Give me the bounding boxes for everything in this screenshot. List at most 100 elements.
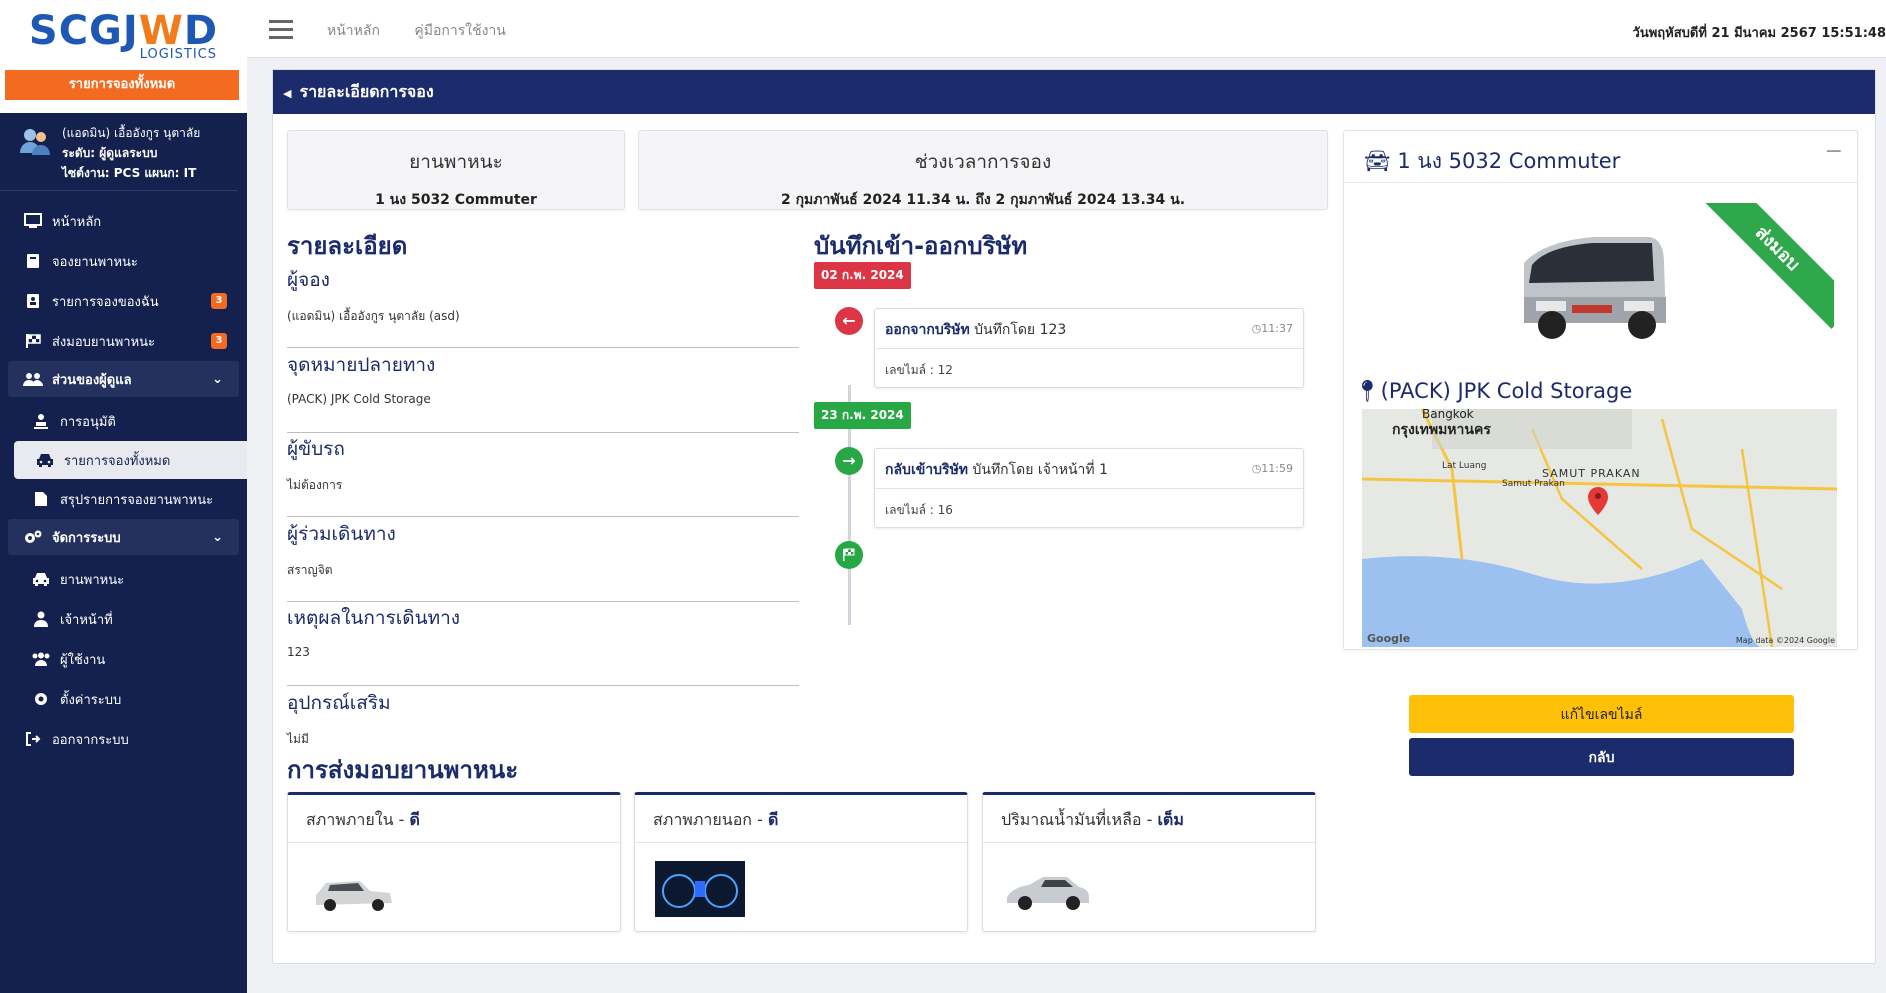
sidebar-group-admin[interactable]: ส่วนของผู้ดูแล ⌄ — [8, 361, 239, 397]
handover-value: ดี — [409, 810, 420, 829]
timeline-time: 11:37 — [1261, 322, 1293, 335]
chevron-down-icon: ⌄ — [212, 371, 223, 387]
logo-subtitle: LOGISTICS — [139, 47, 217, 62]
logo[interactable]: SCGJWD — [0, 10, 247, 52]
detail-label: ผู้ขับรถ — [287, 438, 345, 460]
sidebar-item-home[interactable]: หน้าหลัก — [0, 201, 247, 241]
logo-area: SCGJWD LOGISTICS รายการจองทั้งหมด — [0, 0, 247, 113]
top-link-home[interactable]: หน้าหลัก — [327, 23, 380, 39]
arrow-left-circle-icon: ← — [835, 307, 863, 335]
sidebar-item-staff[interactable]: เจ้าหน้าที่ — [0, 599, 247, 639]
timeline-recorder: บันทึกโดย 123 — [969, 322, 1067, 338]
hamburger-menu-icon[interactable] — [269, 20, 293, 40]
handover-label: ปริมาณน้ำมันที่เหลือ - — [1001, 810, 1158, 829]
handover-exterior-card: สภาพภายนอก - ดี — [634, 792, 968, 932]
caret-left-icon[interactable]: ◀ — [283, 87, 291, 100]
dashboard-photo[interactable] — [655, 861, 745, 917]
interior-photo[interactable] — [308, 861, 398, 917]
sidebar-item-all-bookings[interactable]: รายการจองทั้งหมด — [14, 441, 247, 479]
sidebar-item-book[interactable]: จองยานพาหนะ — [0, 241, 247, 281]
car-icon — [30, 570, 52, 588]
timeline-date-tag: 23 ก.พ. 2024 — [814, 402, 911, 429]
sidebar-item-label: ส่งมอบยานพาหนะ — [52, 334, 156, 350]
period-info-value: 2 กุมภาพันธ์ 2024 11.34 น. ถึง 2 กุมภาพั… — [780, 192, 1186, 208]
sidebar-item-label: หน้าหลัก — [52, 214, 102, 230]
user-stamp-icon — [30, 412, 52, 430]
car-icon — [34, 451, 56, 469]
handover-label: สภาพภายนอก - — [653, 810, 768, 829]
logo-text: SCG — [28, 8, 123, 54]
chevron-down-icon: ⌄ — [212, 529, 223, 545]
users-cog-icon — [22, 370, 44, 388]
sidebar-item-label: จองยานพาหนะ — [52, 254, 138, 270]
book-icon — [22, 252, 44, 270]
sidebar-item-label: การอนุมัติ — [60, 414, 116, 430]
detail-value: ไม่ต้องการ — [287, 478, 343, 492]
sidebar-item-approve[interactable]: การอนุมัติ — [0, 401, 247, 441]
booking-detail-panel: ◀ รายละเอียดการจอง ยานพาหนะ 1 นง 5032 Com… — [272, 69, 1876, 964]
location-name: (PACK) JPK Cold Storage — [1380, 379, 1633, 403]
sidebar-item-summary[interactable]: สรุปรายการจองยานพาหนะ — [0, 479, 247, 519]
panel-header: ◀ รายละเอียดการจอง — [273, 70, 1875, 114]
collapse-icon[interactable]: − — [1825, 139, 1843, 164]
sidebar-item-label: ยานพาหนะ — [60, 572, 125, 588]
user-info: (แอดมิน) เอื้ออังกูร นุตาลัย ระดับ: ผู้ด… — [0, 113, 237, 191]
detail-value: (PACK) JPK Cold Storage — [287, 392, 431, 406]
monitor-icon — [22, 212, 44, 230]
timeline-mileage: เลขไมล์ : 16 — [885, 503, 953, 517]
clock-icon: ◷ — [1251, 322, 1262, 335]
back-button[interactable]: กลับ — [1409, 738, 1794, 776]
period-info-box: ช่วงเวลาการจอง 2 กุมภาพันธ์ 2024 11.34 น… — [638, 130, 1328, 210]
location-map[interactable]: Bangkok กรุงเทพมหานคร SAMUT PRAKAN Lat L… — [1362, 409, 1837, 647]
sidebar-item-handover[interactable]: ส่งมอบยานพาหนะ 3 — [0, 321, 247, 361]
map-label: Lat Luang — [1442, 461, 1487, 471]
checkered-flag-icon — [22, 332, 44, 350]
sidebar-item-users[interactable]: ผู้ใช้งาน — [0, 639, 247, 679]
handover-title: การส่งมอบยานพาหนะ — [287, 756, 519, 784]
sidebar: SCGJWD LOGISTICS รายการจองทั้งหมด (แอดมิ… — [0, 0, 247, 993]
vehicle-card-header: 🚘︎ 1 นง 5032 Commuter — [1344, 131, 1857, 183]
sidebar-item-label: เจ้าหน้าที่ — [60, 612, 113, 628]
detail-value: 123 — [287, 645, 310, 659]
vehicle-info-value: 1 นง 5032 Commuter — [375, 192, 537, 208]
count-badge: 3 — [211, 293, 227, 309]
timeline-action: กลับเข้าบริษัท — [885, 462, 969, 478]
timeline-date-tag: 02 ก.พ. 2024 — [814, 262, 911, 289]
detail-reason: เหตุผลในการเดินทาง 123 — [287, 601, 799, 686]
handover-fuel-card: ปริมาณน้ำมันที่เหลือ - เต็ม — [982, 792, 1316, 932]
sidebar-item-logout[interactable]: ออกจากระบบ — [0, 719, 247, 759]
sidebar-item-vehicles[interactable]: ยานพาหนะ — [0, 559, 247, 599]
detail-driver: ผู้ขับรถไม่ต้องการ — [287, 432, 799, 517]
map-marker-icon: 📍︎ — [1354, 379, 1381, 403]
detail-value: สราญจิต — [287, 563, 333, 577]
handover-value: ดี — [767, 810, 779, 829]
location-heading: 📍︎(PACK) JPK Cold Storage — [1354, 379, 1632, 404]
google-logo: Google — [1367, 632, 1411, 645]
detail-value: (แอดมิน) เอื้ออังกูร นุตาลัย (asd) — [287, 309, 460, 323]
sidebar-item-settings[interactable]: ตั้งค่าระบบ — [0, 679, 247, 719]
detail-value: ไม่มี — [287, 732, 309, 746]
edit-mileage-button[interactable]: แก้ไขเลขไมล์ — [1409, 695, 1794, 733]
detail-booker: ผู้จอง (แอดมิน) เอื้ออังกูร นุตาลัย (asd) — [287, 263, 799, 348]
user-site: ไซต์งาน: PCS แผนก: IT — [62, 166, 197, 180]
map-credit: Map data ©2024 Google — [1735, 636, 1835, 645]
detail-label: เหตุผลในการเดินทาง — [287, 607, 461, 629]
car-side-photo[interactable] — [1003, 861, 1093, 917]
sidebar-item-my-bookings[interactable]: รายการจองของฉัน 3 — [0, 281, 247, 321]
log-title: บันทึกเข้า-ออกบริษัท — [814, 232, 1028, 260]
map-graphic — [1362, 409, 1837, 647]
all-bookings-header-button[interactable]: รายการจองทั้งหมด — [5, 70, 239, 100]
vehicle-card-title: 1 นง 5032 Commuter — [1397, 149, 1621, 173]
timeline-entry: ออกจากบริษัท บันทึกโดย 123 ◷11:37 เลขไมล์… — [874, 308, 1304, 388]
details-title: รายละเอียด — [287, 232, 408, 260]
top-link-manual[interactable]: คู่มือการใช้งาน — [414, 23, 505, 39]
timeline-time: 11:59 — [1261, 462, 1293, 475]
arrow-right-circle-icon: → — [835, 447, 863, 475]
users-avatar-icon — [20, 129, 50, 155]
logo-text: J — [122, 8, 139, 54]
timeline-action: ออกจากบริษัท — [885, 322, 970, 338]
file-icon — [30, 490, 52, 508]
detail-destination: จุดหมายปลายทาง (PACK) JPK Cold Storage — [287, 348, 799, 433]
sidebar-group-system[interactable]: จัดการระบบ ⌄ — [8, 519, 239, 555]
user-name: (แอดมิน) เอื้ออังกูร นุตาลัย — [62, 126, 201, 140]
